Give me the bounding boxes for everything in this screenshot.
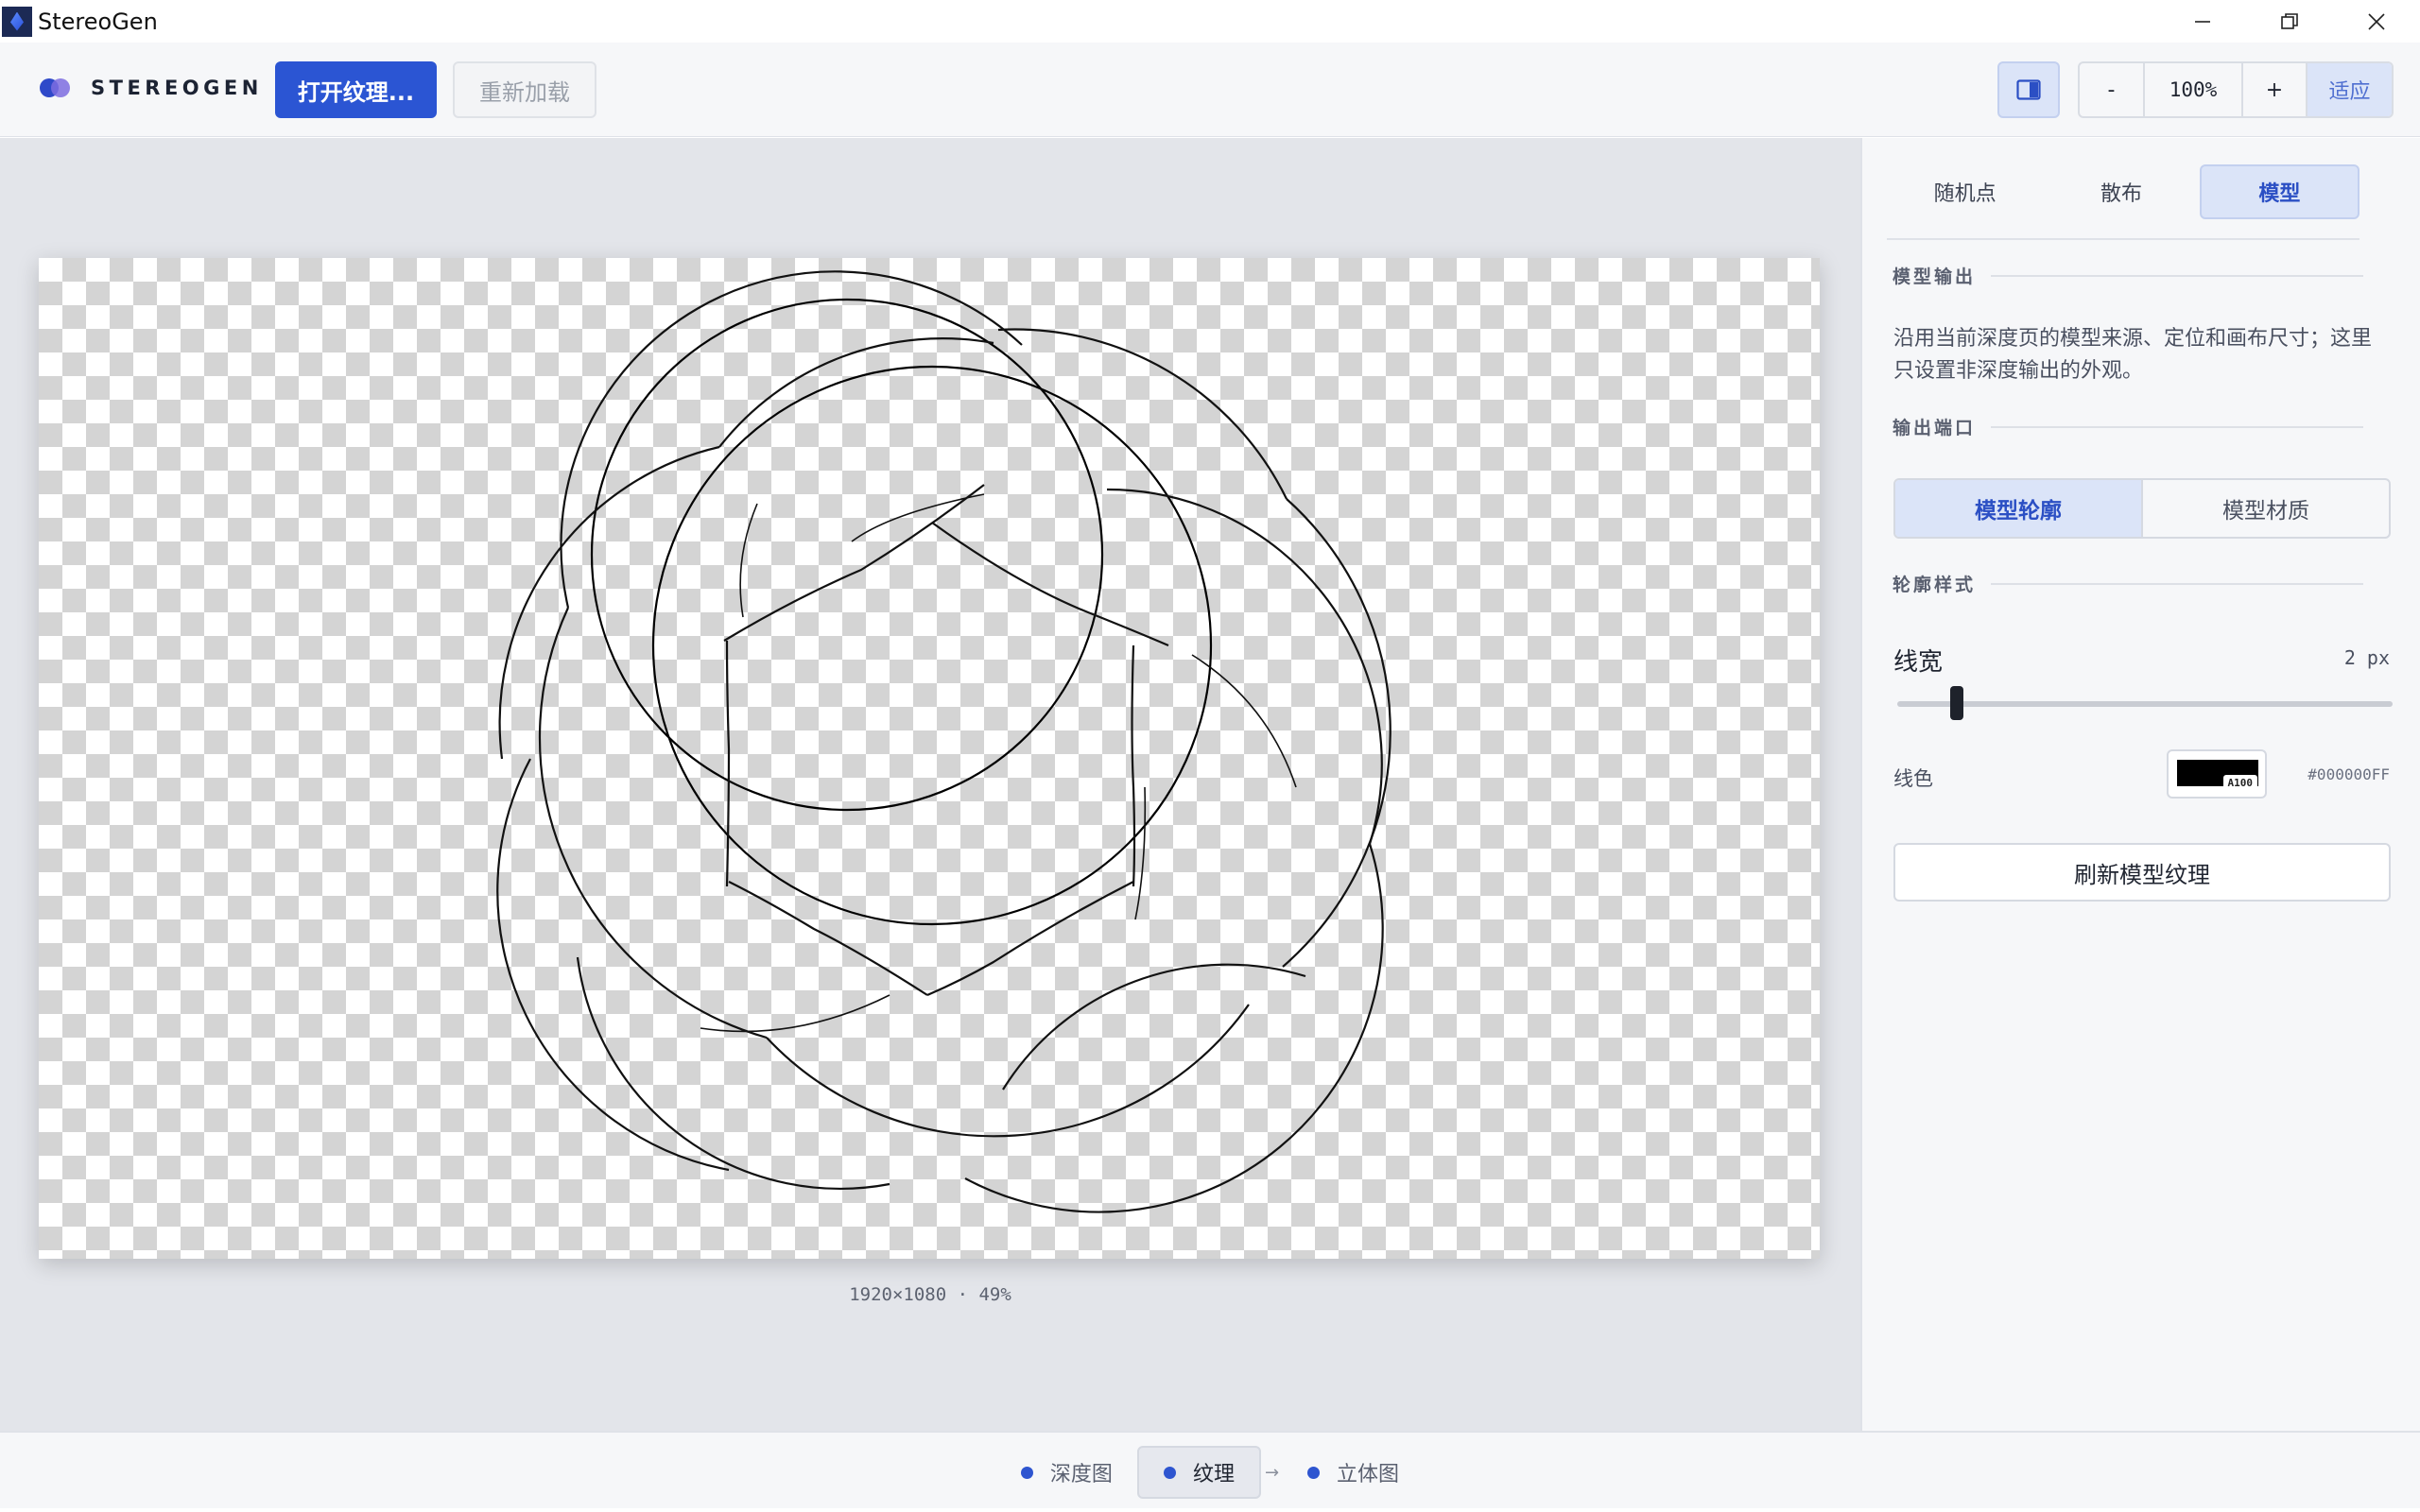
window-controls [2159,0,2420,43]
arrow-right-icon: → [1264,1462,1280,1483]
line-color-hex: #000000FF [2308,765,2390,783]
port-model-outline[interactable]: 模型轮廓 [1895,480,2143,537]
model-output-description: 沿用当前深度页的模型来源、定位和画布尺寸；这里只设置非深度输出的外观。 [1893,327,2373,383]
line-width-value: 2 px [2343,646,2390,669]
texture-canvas[interactable] [39,258,1820,1259]
stage-dot-icon [1307,1466,1321,1479]
restore-button[interactable] [2246,0,2333,43]
close-icon [2368,12,2385,30]
stage-dot-icon [1020,1466,1033,1479]
stage-stereogram[interactable]: 立体图 [1283,1446,1424,1499]
section-title: 轮廓样式 [1893,575,1977,595]
port-model-material[interactable]: 模型材质 [2143,480,2389,537]
pipeline-bar: 深度图 纹理 → 立体图 [0,1431,2420,1508]
toggle-panel-button[interactable] [1997,61,2060,118]
section-title: 模型输出 [1893,266,1977,287]
stage-depth-map[interactable]: 深度图 [996,1446,1137,1499]
zoom-out-button[interactable]: - [2080,63,2145,116]
zoom-controls: - 100% + 适应 [2078,61,2394,118]
stage-label: 立体图 [1337,1463,1400,1486]
reload-button[interactable]: 重新加载 [453,61,596,118]
canvas-workspace: 1920×1080 · 49% [0,138,1860,1431]
app-logo-icon [2,6,32,37]
line-color-swatch[interactable]: A100 [2167,749,2267,799]
title-bar: StereoGen [0,0,2420,43]
section-output-port: 输出端口 [1893,414,2363,439]
alpha-badge: A100 [2222,775,2257,791]
stage-label: 纹理 [1192,1463,1235,1486]
toolbar: STEREOGEN 打开纹理... 重新加载 - 100% + 适应 [0,43,2420,137]
minimize-button[interactable] [2159,0,2246,43]
tab-model[interactable]: 模型 [2199,164,2360,219]
canvas-size-caption: 1920×1080 · 49% [849,1284,1011,1305]
stage-label: 深度图 [1049,1463,1113,1486]
settings-panel: 随机点 散布 模型 模型输出 沿用当前深度页的模型来源、定位和画布尺寸；这里只设… [1860,138,2420,1431]
line-width-slider[interactable] [1897,701,2393,707]
minimize-icon [2195,20,2210,23]
brand: STEREOGEN [40,77,263,99]
zoom-level: 100% [2145,63,2243,116]
pipeline-stages: 深度图 纹理 → 立体图 [0,1446,2420,1499]
window-title: StereoGen [38,8,158,35]
section-outline-style: 轮廓样式 [1893,571,2363,596]
brand-name: STEREOGEN [91,77,263,99]
restore-icon [2281,12,2298,29]
zoom-in-button[interactable]: + [2243,63,2308,116]
section-model-output: 模型输出 [1893,263,2363,288]
brand-logo-icon [40,77,74,98]
tab-random-dots[interactable]: 随机点 [1887,164,2043,219]
stage-texture[interactable]: 纹理 [1136,1446,1261,1499]
tab-scatter[interactable]: 散布 [2043,164,2199,219]
section-title: 输出端口 [1893,418,1977,438]
line-width-slider-thumb[interactable] [1949,686,1963,720]
model-outline-render [496,270,1392,1213]
stage-dot-icon [1163,1466,1176,1479]
outline-arc [997,328,1288,500]
line-color-label: 线色 [1893,767,1933,790]
sidebar-toggle-icon [2016,79,2041,100]
close-button[interactable] [2333,0,2420,43]
refresh-model-texture-button[interactable]: 刷新模型纹理 [1893,843,2391,902]
tabs-divider [1887,238,2360,240]
open-texture-button[interactable]: 打开纹理... [275,61,437,118]
line-width-label: 线宽 [1893,648,1944,677]
output-port-selector: 模型轮廓 模型材质 [1893,478,2391,539]
mode-tabs: 随机点 散布 模型 [1887,164,2360,219]
fit-button[interactable]: 适应 [2308,63,2392,116]
